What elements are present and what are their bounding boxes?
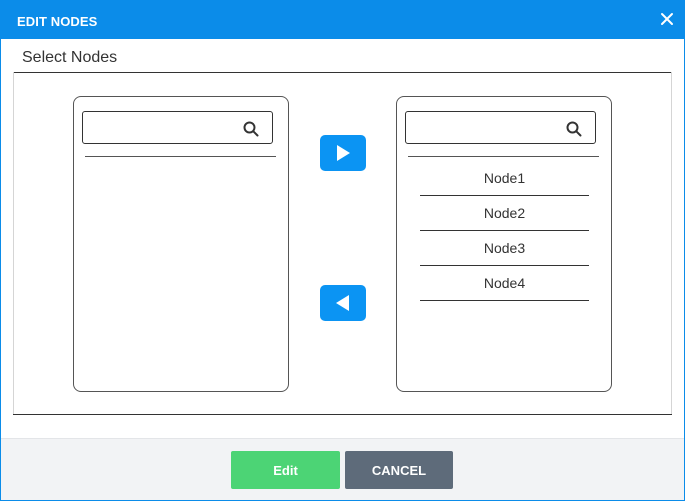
section-bottom-divider	[13, 414, 672, 415]
selected-search-input[interactable]	[412, 118, 562, 138]
selected-panel-divider	[408, 156, 599, 157]
section-top-divider	[13, 72, 672, 73]
available-nodes-panel	[73, 96, 289, 392]
section-right-border	[671, 72, 672, 415]
play-left-icon	[336, 295, 349, 311]
search-icon[interactable]	[566, 121, 582, 137]
available-search-box	[82, 111, 273, 144]
play-right-icon	[337, 145, 350, 161]
node-list-item[interactable]: Node4	[420, 266, 589, 301]
edit-button[interactable]: Edit	[231, 451, 340, 489]
section-left-border	[13, 72, 14, 415]
cancel-button[interactable]: CANCEL	[345, 451, 453, 489]
add-nodes-button[interactable]	[320, 135, 366, 171]
node-list-item[interactable]: Node2	[420, 196, 589, 231]
available-panel-divider	[85, 156, 276, 157]
node-list-item[interactable]: Node3	[420, 231, 589, 266]
remove-nodes-button[interactable]	[320, 285, 366, 321]
dialog-title: EDIT NODES	[17, 14, 98, 29]
search-icon[interactable]	[243, 121, 259, 137]
available-search-input[interactable]	[89, 118, 239, 138]
dialog-header: EDIT NODES	[1, 1, 684, 39]
dialog-footer: Edit CANCEL	[1, 438, 684, 500]
edit-nodes-dialog: EDIT NODES Select Nodes Node1 Node2 Node…	[0, 0, 685, 501]
selected-search-box	[405, 111, 596, 144]
close-icon[interactable]	[658, 10, 676, 28]
section-title: Select Nodes	[22, 49, 118, 66]
selected-nodes-panel: Node1 Node2 Node3 Node4	[396, 96, 612, 392]
node-list-item[interactable]: Node1	[420, 161, 589, 196]
selected-node-list: Node1 Node2 Node3 Node4	[420, 161, 589, 301]
